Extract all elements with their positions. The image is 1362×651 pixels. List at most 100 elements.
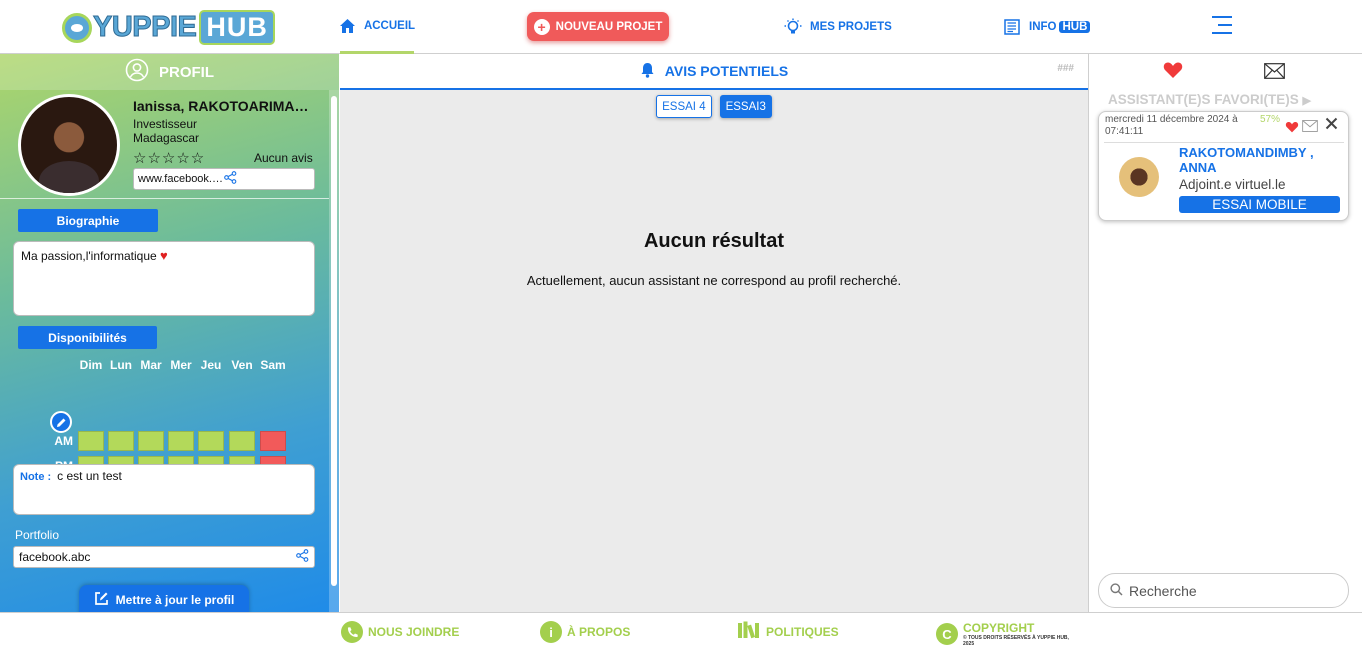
assistant-name[interactable]: RAKOTOMANDIMBY , ANNA xyxy=(1179,145,1344,175)
nav-info-hub[interactable]: INFO HUB xyxy=(1004,0,1091,54)
logo-word-hub: HUB xyxy=(199,10,275,45)
card-match-percent: 57% xyxy=(1260,114,1281,125)
profile-name: Ianissa, RAKOTOARIMANANA xyxy=(133,98,313,114)
favorites-tabs xyxy=(1089,54,1362,90)
day-header-mer: Mer xyxy=(170,358,192,372)
home-icon xyxy=(339,18,356,34)
logo-icon xyxy=(62,12,92,43)
footer: NOUS JOINDRE i À PROPOS POLITIQUES C COP… xyxy=(0,612,1362,651)
plus-circle-icon: + xyxy=(533,18,550,35)
nav-info-label: INFO xyxy=(1029,21,1057,33)
profile-country: Madagascar xyxy=(133,131,200,145)
menu-icon[interactable] xyxy=(1212,16,1232,36)
update-profile-button[interactable]: Mettre à jour le profil xyxy=(79,585,249,612)
new-project-button[interactable]: + NOUVEAU PROJET xyxy=(527,12,669,41)
tab-essai-4[interactable]: ESSAI 4 xyxy=(656,95,712,118)
portfolio-value: facebook.abc xyxy=(19,550,91,564)
main-content: AVIS POTENTIELS ### ESSAI 4 ESSAI3 Aucun… xyxy=(340,54,1088,612)
availability-cell-sam-am[interactable] xyxy=(260,431,286,451)
tab-essai3[interactable]: ESSAI3 xyxy=(719,95,772,118)
portfolio-label: Portfolio xyxy=(15,528,60,542)
footer-policies-label: POLITIQUES xyxy=(766,624,839,639)
day-header-mar: Mar xyxy=(140,358,162,372)
footer-join-label: NOUS JOINDRE xyxy=(368,625,460,639)
avis-title: AVIS POTENTIELS xyxy=(664,63,789,79)
corner-text: ### xyxy=(1057,63,1074,74)
assistant-avatar xyxy=(1119,157,1159,197)
nav-mes-projets[interactable]: MES PROJETS xyxy=(784,0,892,54)
footer-copyright-label: COPYRIGHT xyxy=(963,621,1035,635)
card-envelope-icon[interactable] xyxy=(1302,119,1318,137)
footer-nous-joindre[interactable]: NOUS JOINDRE xyxy=(341,621,459,643)
copyright-icon: C xyxy=(936,623,958,645)
empty-state-title: Aucun résultat xyxy=(643,230,785,252)
avis-header: AVIS POTENTIELS ### xyxy=(340,54,1088,90)
biography-box: Ma passion,l'informatique ♥ xyxy=(13,241,315,316)
availability-cell-lun-am[interactable] xyxy=(108,431,134,451)
note-label: Note : xyxy=(20,471,52,483)
portfolio-field[interactable]: facebook.abc xyxy=(13,546,315,568)
new-project-label: NOUVEAU PROJET xyxy=(555,20,663,33)
logo-word-yuppie: YUPPIE xyxy=(92,11,197,44)
nav-accueil[interactable]: ACCUEIL xyxy=(339,0,416,54)
caret-right-icon[interactable]: ▶ xyxy=(1303,95,1311,107)
edit-square-icon xyxy=(94,591,109,609)
yuppie-hub-logo[interactable]: YUPPIE HUB xyxy=(62,10,275,45)
share-icon[interactable] xyxy=(224,171,310,187)
availability-cell-mer-am[interactable] xyxy=(168,431,194,451)
empty-state-text: Actuellement, aucun assistant ne corresp… xyxy=(526,273,902,288)
search-icon xyxy=(1110,582,1123,599)
availability-cell-ven-am[interactable] xyxy=(229,431,255,451)
profile-panel: PROFIL Ianissa, RAKOTOARIMANANA Investis… xyxy=(0,54,339,612)
profile-scrollbar[interactable] xyxy=(329,90,339,612)
footer-copyright-sub: © TOUS DROITS RÉSERVÉS À YUPPIE HUB, 202… xyxy=(963,635,1069,647)
lightbulb-icon xyxy=(784,18,802,36)
nav-mes-projets-label: MES PROJETS xyxy=(810,21,892,33)
favorites-search-input[interactable]: Recherche xyxy=(1098,573,1349,608)
favorites-heart-icon[interactable] xyxy=(1163,61,1183,84)
footer-copyright: C COPYRIGHT © TOUS DROITS RÉSERVÉS À YUP… xyxy=(936,621,1075,647)
day-header-sam: Sam xyxy=(260,358,286,372)
update-profile-label: Mettre à jour le profil xyxy=(115,593,235,607)
profile-link-text: www.facebook.com/kathenerakotoarimanana xyxy=(138,173,224,185)
biography-text: Ma passion,l'informatique xyxy=(21,249,157,263)
note-text: c est un test xyxy=(57,469,122,483)
heart-icon: ♥ xyxy=(160,248,168,263)
footer-a-propos[interactable]: i À PROPOS xyxy=(540,621,630,643)
card-heart-icon[interactable] xyxy=(1285,120,1299,138)
profile-avatar[interactable] xyxy=(18,94,120,196)
availability-cell-jeu-am[interactable] xyxy=(198,431,224,451)
nav-info-badge: HUB xyxy=(1059,21,1091,33)
search-placeholder: Recherche xyxy=(1129,582,1197,599)
day-header-dim: Dim xyxy=(79,358,103,372)
day-header-lun: Lun xyxy=(110,358,132,372)
assistant-project-button[interactable]: ESSAI MOBILE xyxy=(1179,196,1340,213)
favorite-assistant-card[interactable]: mercredi 11 décembre 2024 à 07:41:11 57%… xyxy=(1098,111,1349,221)
edit-availability-icon[interactable] xyxy=(50,411,72,433)
profile-link-field[interactable]: www.facebook.com/kathenerakotoarimanana xyxy=(133,168,315,190)
rating-stars: ☆☆☆☆☆ xyxy=(133,150,206,167)
footer-about-label: À PROPOS xyxy=(567,625,631,639)
newspaper-icon xyxy=(1004,19,1021,35)
card-date: mercredi 11 décembre 2024 à 07:41:11 xyxy=(1105,114,1238,137)
books-icon xyxy=(737,621,761,642)
card-close-icon[interactable] xyxy=(1325,117,1338,135)
nav-accueil-label: ACCUEIL xyxy=(363,19,416,32)
portfolio-share-icon[interactable] xyxy=(296,549,309,565)
favorites-panel: ASSISTANT(E)S FAVORI(TE)S ▶ mercredi 11 … xyxy=(1089,54,1362,612)
day-header-ven: Ven xyxy=(231,358,253,372)
phone-icon xyxy=(341,621,363,643)
favorites-title: ASSISTANT(E)S FAVORI(TE)S ▶ xyxy=(1108,92,1311,107)
note-box: Note : c est un test xyxy=(13,464,315,515)
availability-cell-mar-am[interactable] xyxy=(138,431,164,451)
footer-politiques[interactable]: POLITIQUES xyxy=(737,621,839,642)
info-icon: i xyxy=(540,621,562,643)
favorites-title-text: ASSISTANT(E)S FAVORI(TE)S xyxy=(1108,92,1299,107)
availability-cell-dim-am[interactable] xyxy=(78,431,104,451)
day-header-jeu: Jeu xyxy=(200,358,222,372)
assistant-role: Adjoint.e virtuel.le xyxy=(1179,177,1286,192)
project-tabs: ESSAI 4 ESSAI3 xyxy=(340,95,1088,118)
rating-text: Aucun avis xyxy=(254,151,313,165)
messages-envelope-icon[interactable] xyxy=(1264,63,1285,84)
availability-label: Disponibilités xyxy=(18,326,157,349)
